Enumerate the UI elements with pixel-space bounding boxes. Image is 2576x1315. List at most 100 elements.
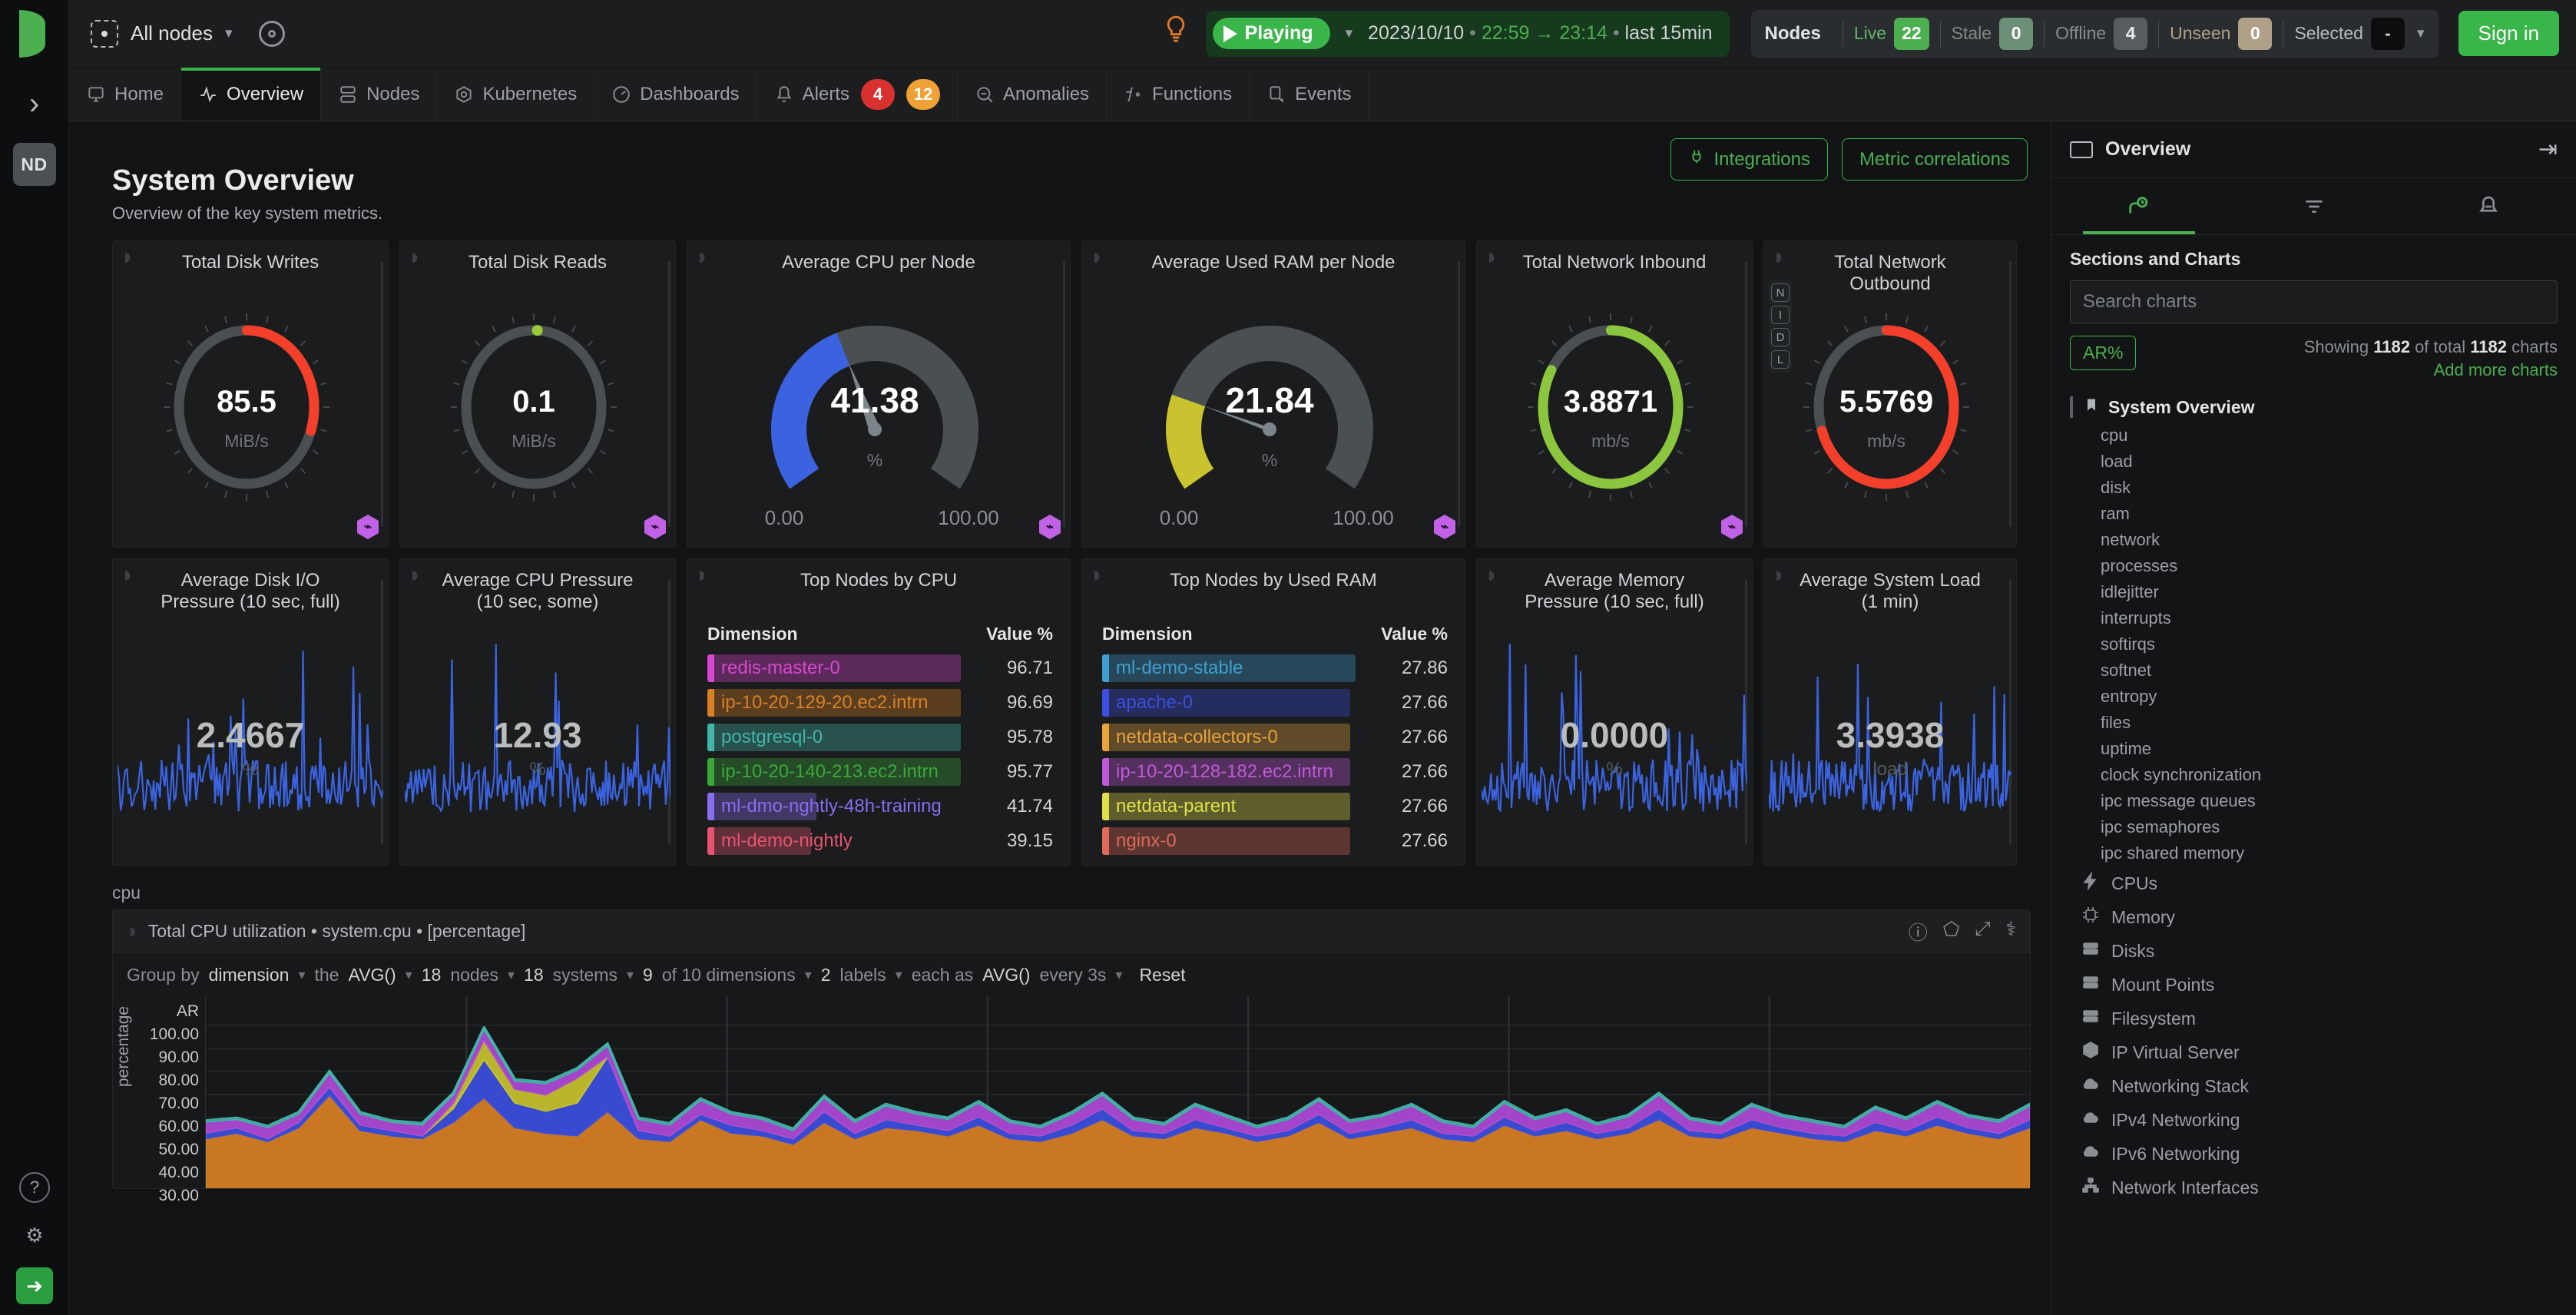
tab-home[interactable]: Home bbox=[69, 68, 181, 121]
sidebar-chart-cpu[interactable]: cpu bbox=[2070, 422, 2558, 449]
sidebar-group-system-overview[interactable]: System Overview bbox=[2070, 396, 2558, 418]
more-values-link[interactable]: ↓12 more values bbox=[1102, 860, 1448, 866]
sidebar-chart-ipc-semaphores[interactable]: ipc semaphores bbox=[2070, 814, 2558, 840]
time-range-picker[interactable]: Playing ▾ 2023/10/10 • 22:59 → 23:14 • l… bbox=[1206, 11, 1730, 57]
table-row[interactable]: netdata-collectors-027.66 bbox=[1102, 721, 1448, 754]
ar-percent-toggle[interactable]: AR% bbox=[2070, 336, 2136, 370]
sidebar-category-disks[interactable]: Disks bbox=[2070, 934, 2558, 968]
chevron-down-icon[interactable]: ▾ bbox=[627, 967, 634, 983]
table-row[interactable]: ml-dmo-nghtly-48h-training41.74 bbox=[707, 790, 1053, 823]
tab-alerts[interactable] bbox=[2401, 178, 2576, 234]
sidebar-category-memory[interactable]: Memory bbox=[2070, 900, 2558, 934]
table-row[interactable]: ip-10-20-129-20.ec2.intrn96.69 bbox=[707, 687, 1053, 719]
sidebar-category-networking-stack[interactable]: Networking Stack bbox=[2070, 1069, 2558, 1103]
table-row[interactable]: redis-master-096.71 bbox=[707, 652, 1053, 684]
card-average-cpu-per-node[interactable]: ◗Average CPU per Node 41.38 % 0.00 100.0… bbox=[687, 240, 1071, 548]
anomaly-rate-icon[interactable]: ⬠ bbox=[1943, 918, 1960, 946]
tab-nodes[interactable]: Nodes bbox=[321, 68, 437, 121]
card-average-system-load[interactable]: ◗Average System Load (1 min)3.3938load bbox=[1763, 558, 2017, 866]
toolbar-value[interactable]: 18 bbox=[422, 965, 442, 985]
toolbar-value[interactable]: AVG() bbox=[982, 965, 1030, 985]
node-stat-live[interactable]: Live22 bbox=[1854, 18, 1929, 50]
card-average-memory-pressure[interactable]: ◗Average Memory Pressure (10 sec, full)0… bbox=[1476, 558, 1753, 866]
tab-dashboards[interactable]: Dashboards bbox=[594, 68, 757, 121]
tab-events[interactable]: Events bbox=[1250, 68, 1369, 121]
playing-button[interactable]: Playing bbox=[1213, 18, 1330, 49]
toolbar-value[interactable]: 18 bbox=[524, 965, 544, 985]
netdata-logo[interactable] bbox=[0, 0, 69, 68]
table-row[interactable]: nginx-027.66 bbox=[1102, 825, 1448, 857]
table-row[interactable]: netdata-parent27.66 bbox=[1102, 790, 1448, 823]
table-row[interactable]: postgresql-095.78 bbox=[707, 721, 1053, 754]
sidebar-chart-files[interactable]: files bbox=[2070, 710, 2558, 736]
table-row[interactable]: ip-10-20-128-182.ec2.intrn27.66 bbox=[1102, 756, 1448, 788]
sidebar-category-filesystem[interactable]: Filesystem bbox=[2070, 1002, 2558, 1035]
table-row[interactable]: ml-demo-stable27.86 bbox=[1102, 652, 1448, 684]
integrations-button[interactable]: Integrations bbox=[1670, 138, 1828, 181]
node-selector[interactable]: All nodes ▾ bbox=[91, 20, 233, 48]
metric-correlations-button[interactable]: Metric correlations bbox=[1842, 138, 2028, 181]
sidebar-category-cpus[interactable]: CPUs bbox=[2070, 866, 2558, 900]
search-charts-input[interactable]: Search charts bbox=[2070, 280, 2558, 323]
cpu-chart-plot[interactable] bbox=[205, 996, 2030, 1188]
sidebar-chart-ram[interactable]: ram bbox=[2070, 501, 2558, 527]
sidebar-chart-clock-synchronization[interactable]: clock synchronization bbox=[2070, 762, 2558, 788]
table-row[interactable]: ml-demo-nightly39.15 bbox=[707, 825, 1053, 857]
card-total-disk-reads[interactable]: ◗Total Disk Reads 0.1 MiB/s ⌁ bbox=[399, 240, 676, 548]
toolbar-value[interactable]: 9 bbox=[643, 965, 653, 985]
card-average-cpu-pressure[interactable]: ◗Average CPU Pressure (10 sec, some)12.9… bbox=[399, 558, 676, 866]
reset-button[interactable]: Reset bbox=[1139, 965, 1185, 985]
card-total-network-inbound[interactable]: ◗Total Network Inbound 3.8871 mb/s ⌁ bbox=[1476, 240, 1753, 548]
sidebar-chart-softirqs[interactable]: softirqs bbox=[2070, 631, 2558, 658]
tab-anomalies[interactable]: Anomalies bbox=[958, 68, 1107, 121]
tab-alerts[interactable]: Alerts412 bbox=[757, 68, 958, 121]
tab-filters[interactable] bbox=[2227, 178, 2402, 234]
help-icon[interactable]: ? bbox=[19, 1172, 50, 1203]
node-stat-stale[interactable]: Stale0 bbox=[1952, 18, 2033, 50]
card-top-nodes-by-cpu[interactable]: ◗Top Nodes by CPUDimensionValue %redis-m… bbox=[687, 558, 1071, 866]
nidl-n[interactable]: N bbox=[1771, 283, 1790, 302]
node-stat-selected[interactable]: Selected- bbox=[2294, 18, 2405, 50]
tab-charts[interactable] bbox=[2051, 178, 2227, 234]
chevron-down-icon[interactable]: ▾ bbox=[805, 967, 812, 983]
toolbar-value[interactable]: AVG() bbox=[348, 965, 396, 985]
sidebar-chart-network[interactable]: network bbox=[2070, 527, 2558, 553]
sidebar-chart-interrupts[interactable]: interrupts bbox=[2070, 605, 2558, 631]
sidebar-chart-ipc-message-queues[interactable]: ipc message queues bbox=[2070, 788, 2558, 814]
sidebar-category-ip-virtual-server[interactable]: IP Virtual Server bbox=[2070, 1035, 2558, 1069]
tab-overview[interactable]: Overview bbox=[181, 68, 321, 121]
card-total-network-outbound[interactable]: ◗Total Network Outbound 5.5769 mb/s NIDL bbox=[1763, 240, 2017, 548]
play-mode-chevron-icon[interactable]: ▾ bbox=[1346, 25, 1353, 42]
info-icon[interactable]: ⓘ bbox=[1909, 918, 1928, 946]
toolbar-value[interactable]: 2 bbox=[821, 965, 831, 985]
sidebar-chart-idlejitter[interactable]: idlejitter bbox=[2070, 579, 2558, 605]
sidebar-chart-uptime[interactable]: uptime bbox=[2070, 736, 2558, 762]
toolbar-value[interactable]: dimension bbox=[209, 965, 290, 985]
card-total-disk-writes[interactable]: ◗Total Disk Writes 85.5 MiB/s ⌁ bbox=[112, 240, 389, 548]
sidebar-chart-entropy[interactable]: entropy bbox=[2070, 684, 2558, 710]
nidl-selector[interactable]: NIDL bbox=[1769, 280, 1792, 373]
fullscreen-icon[interactable]: ⤢ bbox=[1975, 918, 1990, 946]
node-stat-offline[interactable]: Offline4 bbox=[2055, 18, 2147, 50]
chevron-down-icon[interactable]: ▾ bbox=[1115, 967, 1122, 983]
sidebar-chart-load[interactable]: load bbox=[2070, 449, 2558, 475]
settings-gear-icon[interactable] bbox=[259, 21, 285, 47]
add-more-charts-link[interactable]: Add more charts bbox=[2304, 359, 2558, 382]
card-top-nodes-by-used-ram[interactable]: ◗Top Nodes by Used RAMDimensionValue %ml… bbox=[1081, 558, 1465, 866]
gear-icon[interactable]: ⚙ bbox=[19, 1220, 50, 1250]
chevron-down-icon[interactable]: ▾ bbox=[298, 967, 305, 983]
expand-rail-button[interactable]: › bbox=[12, 81, 57, 126]
chevron-down-icon[interactable]: ▾ bbox=[406, 967, 412, 983]
collapse-right-icon[interactable]: ⇥ bbox=[2538, 136, 2558, 163]
tab-functions[interactable]: Functions bbox=[1107, 68, 1250, 121]
more-values-link[interactable]: ↓12 more values bbox=[707, 860, 1053, 866]
nidl-l[interactable]: L bbox=[1771, 350, 1790, 369]
alerts-icon[interactable]: ⚕ bbox=[2005, 918, 2016, 946]
sign-in-button[interactable]: Sign in bbox=[2458, 11, 2560, 56]
node-stat-unseen[interactable]: Unseen0 bbox=[2170, 18, 2272, 50]
sidebar-chart-ipc-shared-memory[interactable]: ipc shared memory bbox=[2070, 840, 2558, 866]
sidebar-category-ipv4-networking[interactable]: IPv4 Networking bbox=[2070, 1103, 2558, 1137]
nidl-i[interactable]: I bbox=[1771, 306, 1790, 324]
card-average-disk-io-pressure[interactable]: ◗Average Disk I/O Pressure (10 sec, full… bbox=[112, 558, 389, 866]
rail-action-button[interactable]: ➜ bbox=[16, 1267, 53, 1304]
